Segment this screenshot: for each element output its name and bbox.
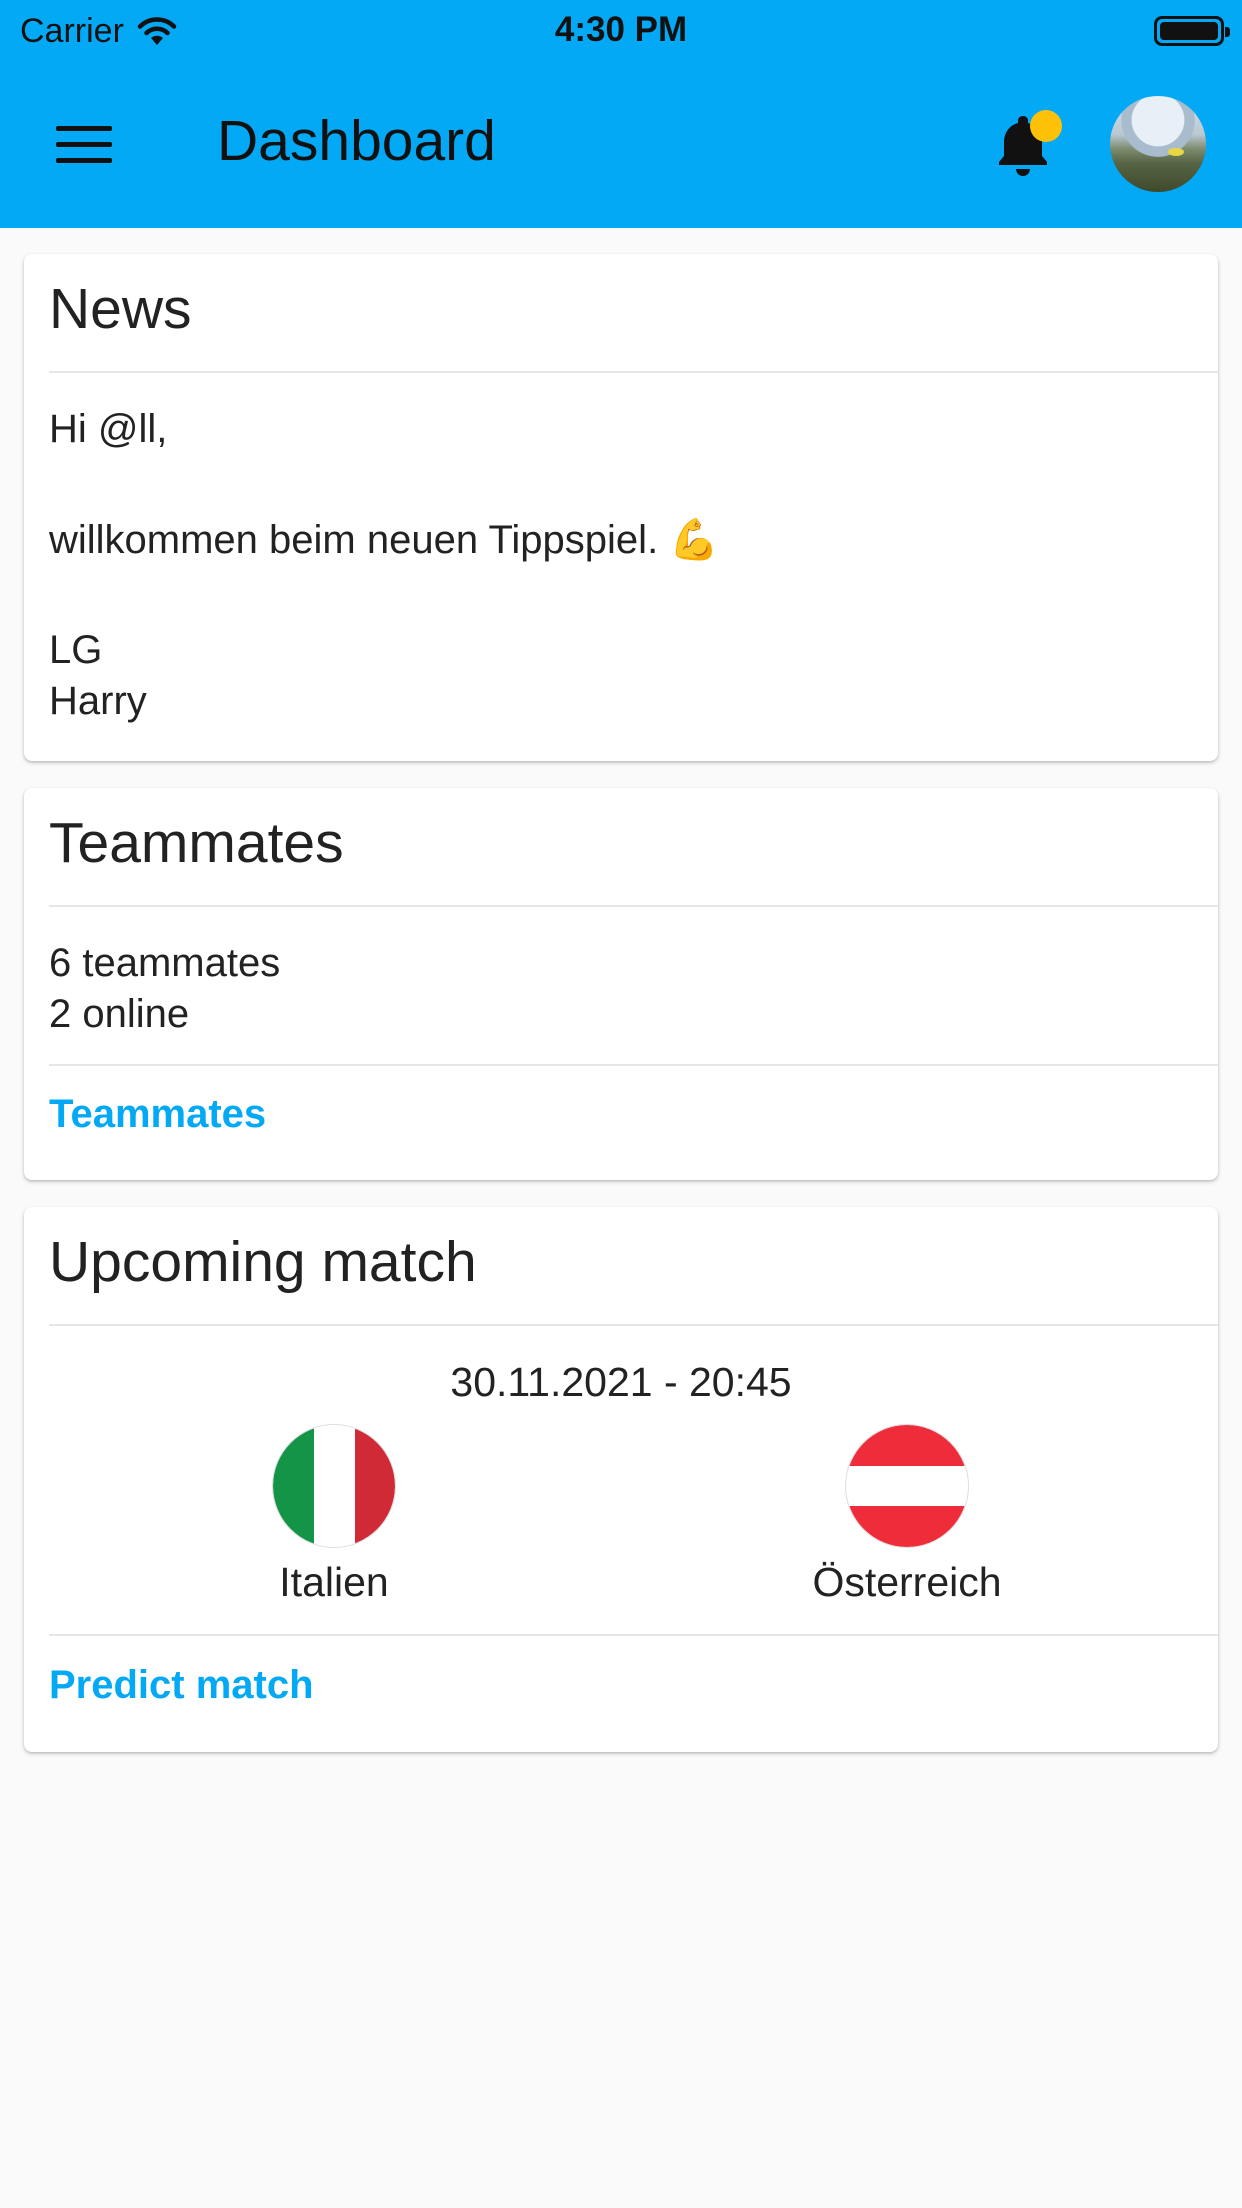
- italy-flag-icon: [273, 1425, 395, 1547]
- news-line: LG: [49, 628, 103, 672]
- match-datetime: 30.11.2021 - 20:45: [450, 1359, 792, 1405]
- teammates-online: 2 online: [49, 992, 190, 1036]
- teammates-link[interactable]: Teammates: [49, 1092, 266, 1137]
- news-title: News: [49, 277, 192, 341]
- battery-icon: [1154, 16, 1230, 46]
- news-line: willkommen beim neuen Tippspiel. 💪: [49, 518, 720, 562]
- status-time: 4:30 PM: [554, 10, 688, 49]
- news-line: Hi @ll,: [49, 407, 168, 451]
- status-bar: Carrier 4:30 PM: [0, 0, 1242, 62]
- home-team-name: Italien: [279, 1559, 389, 1605]
- home-team: Italien: [184, 1425, 484, 1606]
- app-bar: Carrier 4:30 PM Dashboard: [0, 0, 1242, 228]
- predict-match-button[interactable]: Predict match: [49, 1663, 314, 1708]
- austria-flag-icon: [846, 1425, 968, 1547]
- avatar[interactable]: [1110, 96, 1206, 192]
- notification-badge: [1030, 110, 1062, 142]
- match-divider: [49, 1324, 1218, 1326]
- news-line: Harry: [49, 679, 147, 723]
- news-card: News Hi @ll, willkommen beim neuen Tipps…: [24, 254, 1218, 761]
- teammates-action-divider: [49, 1064, 1218, 1066]
- hamburger-menu-icon[interactable]: [56, 122, 112, 166]
- away-team: Österreich: [757, 1425, 1057, 1606]
- teammates-title: Teammates: [49, 811, 344, 875]
- match-action-divider: [49, 1634, 1218, 1636]
- teammates-count: 6 teammates: [49, 941, 281, 985]
- upcoming-match-title: Upcoming match: [49, 1230, 477, 1294]
- teammates-divider: [49, 905, 1218, 907]
- upcoming-match-card: Upcoming match 30.11.2021 - 20:45 Italie…: [24, 1207, 1218, 1752]
- teammates-card: Teammates 6 teammates 2 online Teammates: [24, 788, 1218, 1180]
- news-divider: [49, 371, 1218, 373]
- away-team-name: Österreich: [812, 1559, 1002, 1605]
- page-title: Dashboard: [217, 109, 496, 173]
